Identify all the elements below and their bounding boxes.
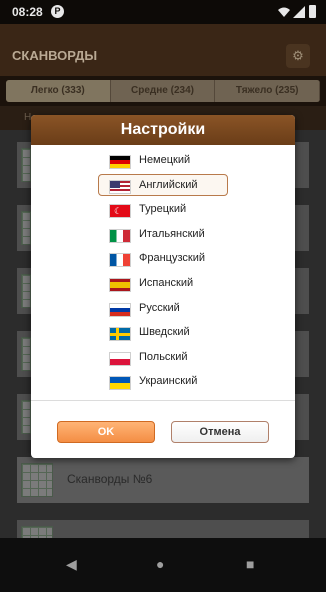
tab-medium[interactable]: Средне (234) [110,80,216,102]
app-title: СКАНВОРДЫ [12,48,98,63]
navigation-bar: ◀ ● ■ [0,538,326,592]
tr-flag-icon: ☾ [109,204,131,218]
battery-icon [309,5,316,18]
language-option-turkish[interactable]: ☾ Турецкий [98,198,228,220]
ok-button[interactable]: OK [57,421,155,443]
list-item-label: Сканворды №6 [67,472,153,486]
language-option-spanish[interactable]: Испанский [98,272,228,294]
de-flag-icon [109,155,131,169]
settings-dialog: Настройки Немецкий Английский ☾ Турецкий… [31,115,295,458]
language-option-ukrainian[interactable]: Украинский [98,370,228,392]
us-flag-icon [109,180,131,194]
app-notification-icon: P [51,5,64,18]
cancel-button[interactable]: Отмена [171,421,269,443]
puzzle-thumbnail [21,463,53,497]
language-option-german[interactable]: Немецкий [98,149,228,171]
language-option-polish[interactable]: Польский [98,346,228,368]
language-option-english[interactable]: Английский [98,174,228,196]
signal-icon [293,6,305,18]
app-bar: СКАНВОРДЫ ⚙ [0,24,326,76]
back-icon[interactable]: ◀ [66,556,77,573]
es-flag-icon [109,278,131,292]
language-option-french[interactable]: Французский [98,247,228,269]
language-option-russian[interactable]: Русский [98,297,228,319]
recents-icon[interactable]: ■ [246,556,254,572]
pl-flag-icon [109,352,131,366]
ua-flag-icon [109,376,131,390]
language-option-italian[interactable]: Итальянский [98,223,228,245]
dialog-divider [31,400,295,401]
tab-hard[interactable]: Тяжело (235) [215,80,320,102]
gear-icon[interactable]: ⚙ [286,44,310,68]
tab-easy[interactable]: Легко (333) [6,80,111,102]
ru-flag-icon [109,303,131,317]
difficulty-tabs: Легко (333) Средне (234) Тяжело (235) [6,80,320,102]
home-icon[interactable]: ● [156,556,164,572]
dialog-title: Настройки [31,115,295,145]
it-flag-icon [109,229,131,243]
status-bar: 08:28 P [0,0,326,24]
wifi-icon [278,7,290,17]
fr-flag-icon [109,253,131,267]
language-option-swedish[interactable]: Шведский [98,321,228,343]
list-item[interactable]: Сканворды №6 [17,457,309,503]
se-flag-icon [109,327,131,341]
clock: 08:28 [12,5,43,19]
